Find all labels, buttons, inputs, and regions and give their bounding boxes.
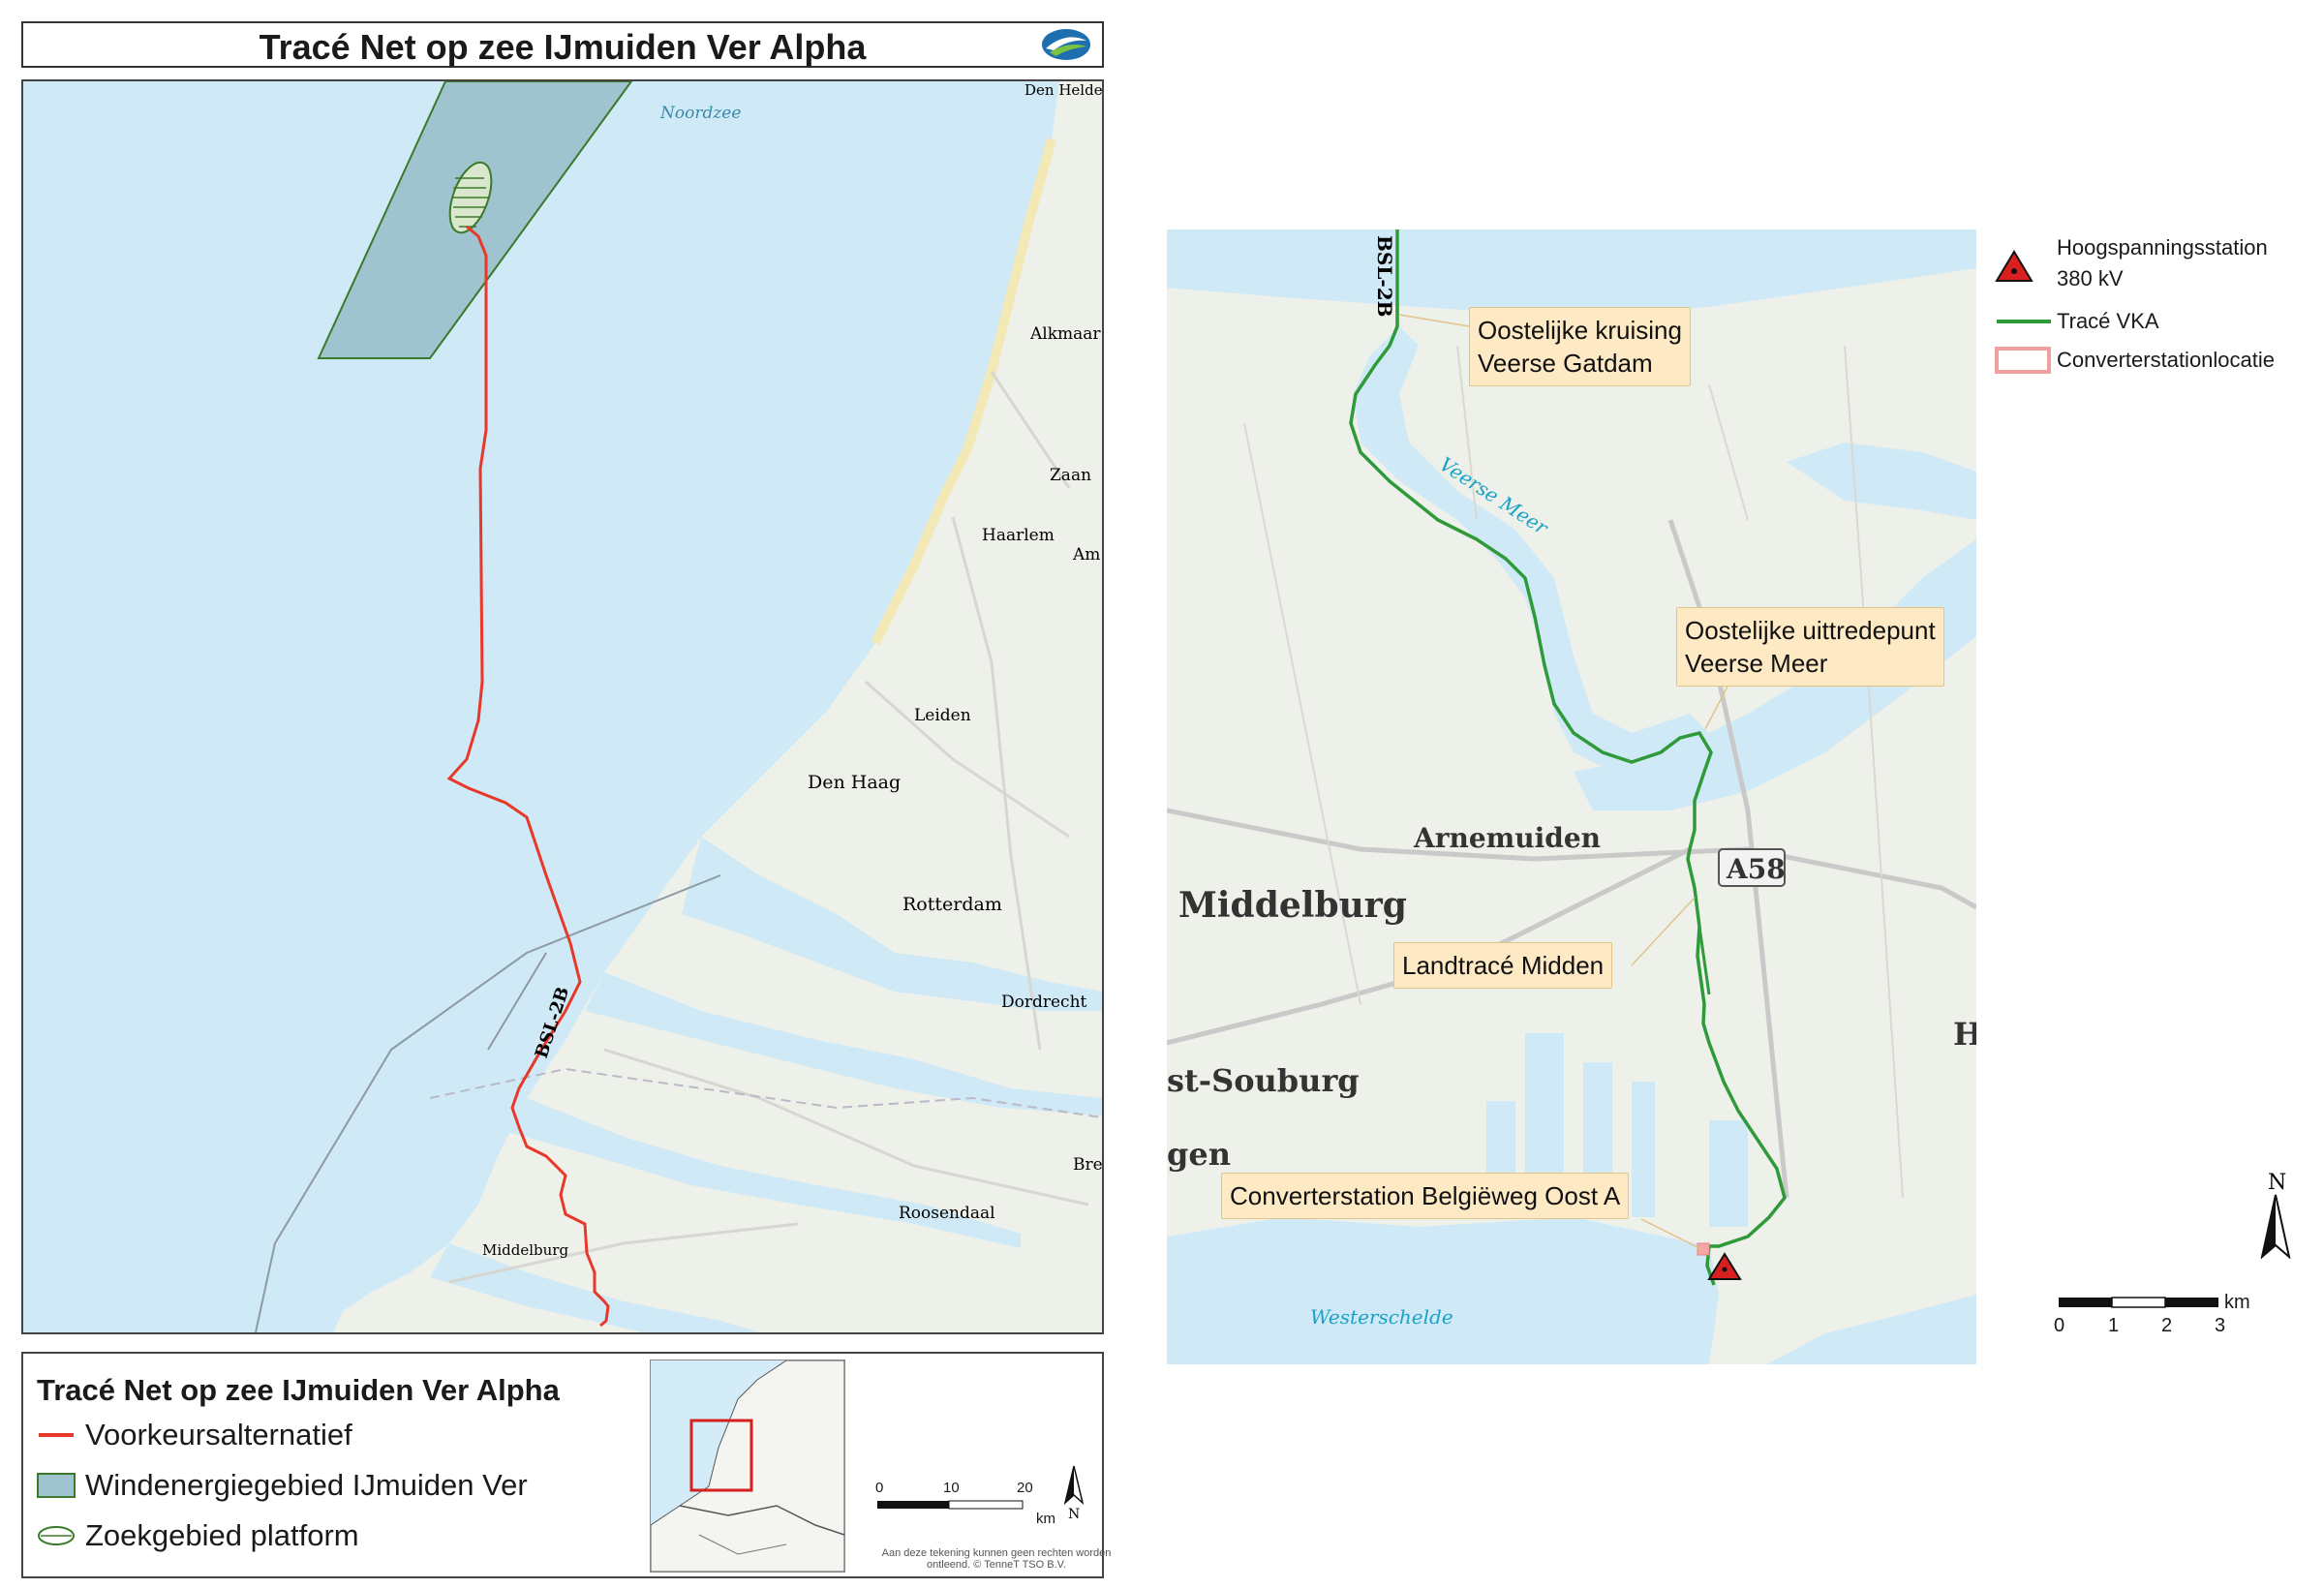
title-bar: Tracé Net op zee IJmuiden Ver Alpha — [21, 21, 1104, 68]
red-triangle-icon — [1995, 250, 2034, 282]
place-amsterdam: Am — [1072, 545, 1100, 565]
place-haarlem: Haarlem — [982, 526, 1055, 545]
place-middelburg-right: Middelburg — [1178, 885, 1407, 926]
detail-map[interactable]: BSL-2B Veerse Meer Westerschelde Arnemui… — [1167, 229, 1976, 1364]
place-dordrecht: Dordrecht — [1001, 993, 1087, 1012]
place-roosendaal: Roosendaal — [899, 1204, 995, 1223]
legend-item-trace-vka: Tracé VKA — [1995, 306, 2159, 337]
legend-item-route: Voorkeursalternatief — [37, 1416, 352, 1454]
water-label-westerschelde: Westerschelde — [1310, 1305, 1453, 1329]
page-title: Tracé Net op zee IJmuiden Ver Alpha — [259, 27, 867, 67]
svg-text:N: N — [2268, 1172, 2286, 1195]
place-den-helder: Den Helder — [1024, 81, 1102, 99]
place-vlissingen: gen — [1167, 1136, 1231, 1173]
overview-map[interactable]: BSL-2B Noordzee Den Helder Alkmaar Zaan … — [21, 79, 1104, 1334]
legend-right: Hoogspanningsstation 380 kV Tracé VKA Con… — [1995, 232, 2324, 387]
place-rotterdam: Rotterdam — [902, 894, 1002, 915]
callout-gatdam: Oostelijke kruising Veerse Gatdam — [1469, 307, 1691, 386]
place-breda: Bre — [1073, 1155, 1102, 1175]
legend-left-title: Tracé Net op zee IJmuiden Ver Alpha — [37, 1373, 560, 1407]
place-alkmaar: Alkmaar — [1029, 324, 1101, 344]
green-line-icon — [1997, 320, 2051, 323]
water-westerschelde — [1167, 1217, 1719, 1364]
wind-area-swatch-icon — [37, 1473, 76, 1498]
inset-map — [650, 1360, 845, 1573]
place-arnemuiden: Arnemuiden — [1413, 822, 1601, 854]
svg-text:N: N — [1068, 1507, 1080, 1522]
legend-item-label: Zoekgebied platform — [85, 1518, 359, 1552]
legend-item-label: Voorkeursalternatief — [85, 1418, 352, 1451]
hatched-ellipse-icon — [38, 1526, 75, 1545]
route-label-right: BSL-2B — [1373, 235, 1396, 318]
legend-item-station: Hoogspanningsstation 380 kV — [1995, 232, 2268, 294]
scale-bar-right: km 0 1 2 3 — [2054, 1292, 2250, 1336]
pink-box-icon — [1995, 347, 2051, 374]
callout-converter: Converterstation Belgiëweg Oost A — [1221, 1173, 1630, 1219]
sea-label-noordzee: Noordzee — [659, 104, 741, 123]
scale-bar-left: 0 10 20 km — [875, 1480, 1055, 1527]
legend-item-label: Windenergiegebied IJmuiden Ver — [85, 1468, 528, 1502]
tennet-logo — [1042, 29, 1090, 60]
place-leiden: Leiden — [914, 706, 971, 725]
callout-landtrace: Landtracé Midden — [1393, 942, 1613, 989]
red-line-icon — [39, 1433, 74, 1437]
place-h: H — [1953, 1016, 1976, 1053]
north-arrow-right-icon: N — [2260, 1172, 2291, 1259]
place-middelburg: Middelburg — [482, 1241, 568, 1259]
callout-uittredepunt: Oostelijke uittredepunt Veerse Meer — [1676, 607, 1944, 687]
place-zaandam: Zaan — [1050, 466, 1091, 485]
legend-left: Tracé Net op zee IJmuiden Ver Alpha Voor… — [21, 1352, 1111, 1578]
converter-station-location — [1697, 1242, 1710, 1256]
disclaimer-text: Aan deze tekening kunnen geen rechten wo… — [881, 1547, 1112, 1571]
overview-map-canvas: BSL-2B Noordzee Den Helder Alkmaar Zaan … — [23, 81, 1102, 1332]
place-souburg: st-Souburg — [1167, 1062, 1360, 1099]
legend-item-search-area: Zoekgebied platform — [37, 1516, 359, 1555]
north-arrow-icon: N — [1063, 1465, 1085, 1522]
legend-item-wind-area: Windenergiegebied IJmuiden Ver — [37, 1466, 528, 1505]
svg-text:A58: A58 — [1726, 853, 1786, 885]
legend-item-converter: Converterstationlocatie — [1995, 345, 2275, 376]
place-den-haag: Den Haag — [808, 772, 901, 793]
